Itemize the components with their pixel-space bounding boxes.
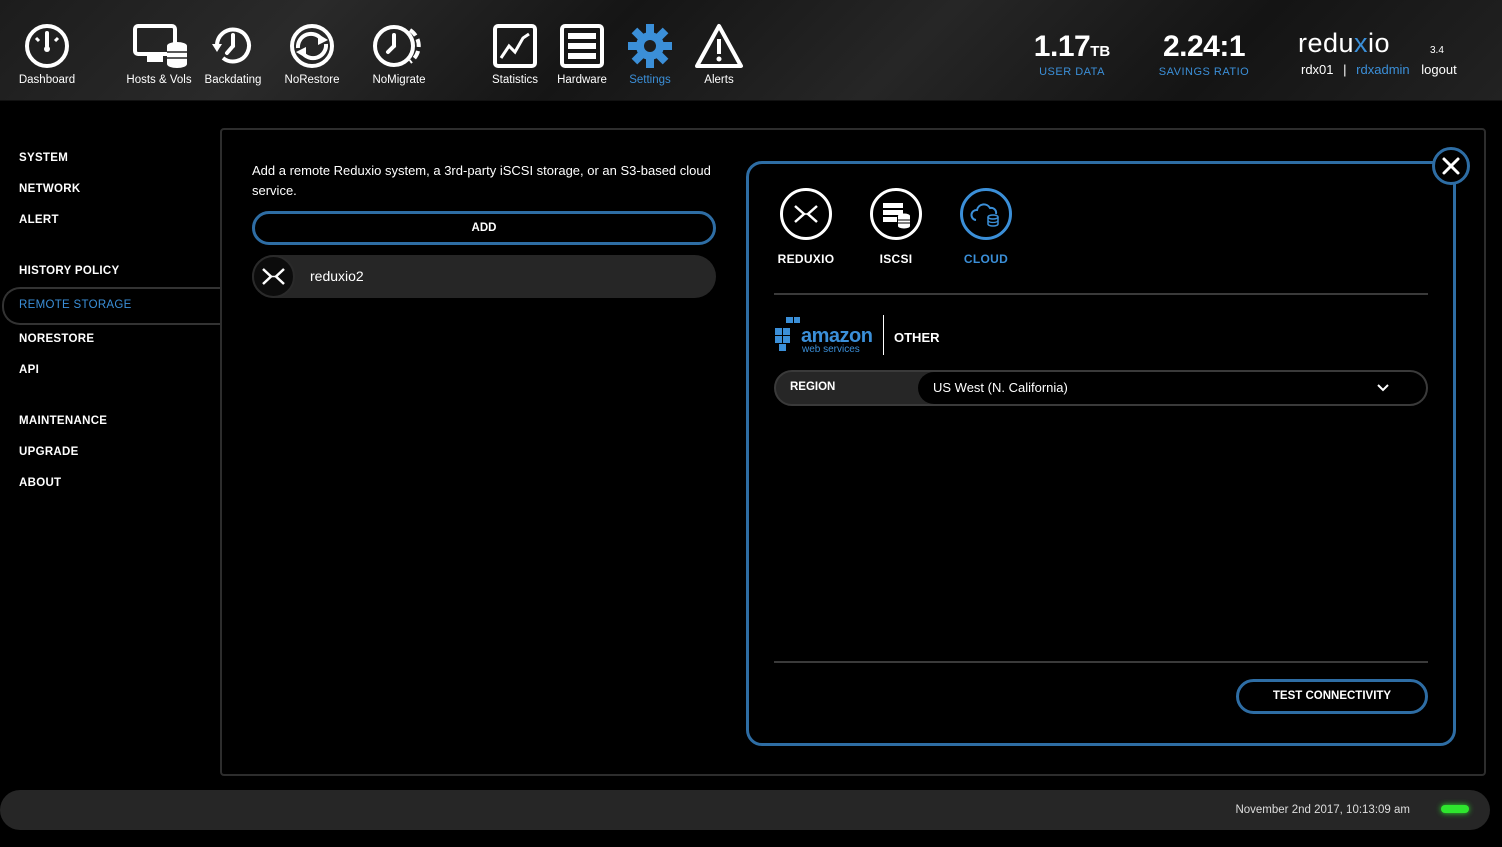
remote-system-name: reduxio2 bbox=[310, 268, 364, 284]
sidebar-item-alert[interactable]: ALERT bbox=[19, 214, 59, 226]
region-select[interactable]: US West (N. California) bbox=[918, 372, 1426, 404]
norestore-icon bbox=[290, 24, 334, 68]
type-cloud-button[interactable]: CLOUD bbox=[951, 188, 1021, 266]
user-data-label: USER DATA bbox=[1039, 66, 1105, 78]
type-reduxio-label: REDUXIO bbox=[777, 252, 835, 266]
sidebar-item-norestore[interactable]: NORESTORE bbox=[19, 333, 94, 345]
nav-statistics[interactable]: Statistics bbox=[484, 22, 546, 86]
nav-label: Dashboard bbox=[18, 74, 76, 86]
nav-label: Statistics bbox=[491, 74, 538, 86]
provider-divider bbox=[883, 315, 884, 355]
alert-triangle-icon bbox=[695, 24, 743, 68]
nav-hardware[interactable]: Hardware bbox=[552, 22, 612, 86]
nav-label: NoRestore bbox=[284, 74, 340, 86]
nav-label: Backdating bbox=[204, 74, 262, 86]
iscsi-storage-icon bbox=[883, 203, 910, 229]
dialog-divider-bottom bbox=[774, 661, 1428, 663]
reduxio-system-icon bbox=[252, 255, 295, 298]
type-cloud-label: CLOUD bbox=[963, 252, 1009, 266]
region-value: US West (N. California) bbox=[933, 380, 1068, 395]
dialog-divider-top bbox=[774, 293, 1428, 295]
close-icon bbox=[1442, 157, 1460, 175]
savings-ratio-value: 2.24:1 bbox=[1162, 30, 1246, 63]
region-label: REGION bbox=[790, 381, 836, 393]
nav-backdating[interactable]: Backdating bbox=[198, 22, 268, 86]
provider-other-option[interactable]: OTHER bbox=[894, 330, 940, 345]
nav-dashboard[interactable]: Dashboard bbox=[12, 22, 82, 86]
remote-storage-description: Add a remote Reduxio system, a 3rd-party… bbox=[252, 163, 711, 198]
nav-alerts[interactable]: Alerts bbox=[690, 22, 748, 86]
close-dialog-button[interactable] bbox=[1432, 147, 1470, 185]
sidebar-item-system[interactable]: SYSTEM bbox=[19, 152, 68, 164]
amazon-logo-subtext: web services bbox=[802, 344, 860, 355]
nav-settings[interactable]: Settings bbox=[620, 22, 680, 86]
sidebar-item-upgrade[interactable]: UPGRADE bbox=[19, 446, 79, 458]
sidebar-item-maintenance[interactable]: MAINTENANCE bbox=[19, 415, 107, 427]
sidebar-item-history-policy[interactable]: HISTORY POLICY bbox=[19, 265, 119, 277]
settings-gear-icon bbox=[628, 24, 672, 68]
user-data-stat: 1.17TB USER DATA bbox=[1030, 30, 1114, 78]
sidebar-item-about[interactable]: ABOUT bbox=[19, 477, 61, 489]
type-iscsi-button[interactable]: ISCSI bbox=[861, 188, 931, 266]
user-data-unit: TB bbox=[1090, 43, 1111, 60]
footer-timestamp: November 2nd 2017, 10:13:09 am bbox=[1235, 804, 1410, 816]
cloud-storage-icon bbox=[970, 203, 999, 227]
aws-cubes-icon bbox=[775, 317, 800, 351]
status-footer: November 2nd 2017, 10:13:09 am bbox=[0, 790, 1490, 830]
reduxio-logo: reduxio bbox=[1298, 28, 1391, 58]
system-name: rdx01 bbox=[1301, 62, 1334, 77]
nav-hosts-vols[interactable]: Hosts & Vols bbox=[121, 22, 197, 86]
status-led-indicator bbox=[1441, 805, 1469, 813]
nav-label: Settings bbox=[629, 74, 671, 86]
region-field: REGION US West (N. California) bbox=[774, 370, 1428, 406]
version-label: 3.4 bbox=[1430, 45, 1444, 56]
savings-ratio-label: SAVINGS RATIO bbox=[1158, 66, 1250, 78]
top-bar: Dashboard Hosts & Vols Backdating NoRest… bbox=[0, 0, 1502, 101]
nav-label: Hardware bbox=[557, 74, 607, 86]
chevron-down-icon bbox=[1377, 384, 1389, 392]
test-connectivity-button[interactable]: TEST CONNECTIVITY bbox=[1236, 679, 1428, 714]
dashboard-icon bbox=[25, 24, 69, 68]
nav-label: NoMigrate bbox=[372, 74, 426, 86]
hosts-vols-icon bbox=[133, 24, 187, 68]
nomigrate-icon bbox=[373, 25, 421, 67]
sidebar-item-api[interactable]: API bbox=[19, 364, 39, 376]
savings-ratio-stat: 2.24:1 SAVINGS RATIO bbox=[1150, 30, 1258, 78]
type-iscsi-label: ISCSI bbox=[879, 252, 913, 266]
nav-nomigrate[interactable]: NoMigrate bbox=[362, 22, 436, 86]
add-remote-button[interactable]: ADD bbox=[252, 211, 716, 245]
remote-system-row[interactable]: reduxio2 bbox=[252, 255, 716, 298]
add-remote-dialog bbox=[746, 161, 1456, 746]
type-reduxio-button[interactable]: REDUXIO bbox=[771, 188, 841, 266]
user-name-link[interactable]: rdxadmin bbox=[1356, 62, 1409, 77]
hardware-server-icon bbox=[560, 24, 604, 68]
user-info: rdx01 | rdxadmin logout bbox=[1301, 62, 1457, 77]
backdating-clock-icon bbox=[212, 27, 251, 64]
reduxio-icon bbox=[794, 205, 818, 223]
nav-norestore[interactable]: NoRestore bbox=[276, 22, 348, 86]
user-separator: | bbox=[1343, 62, 1347, 77]
nav-label: Alerts bbox=[704, 74, 734, 86]
sidebar-item-remote-storage[interactable]: REMOTE STORAGE bbox=[19, 299, 132, 311]
sidebar-item-network[interactable]: NETWORK bbox=[19, 183, 81, 195]
user-data-value: 1.17 bbox=[1033, 30, 1091, 63]
statistics-chart-icon bbox=[493, 24, 537, 68]
nav-label: Hosts & Vols bbox=[126, 74, 192, 86]
logout-link[interactable]: logout bbox=[1421, 62, 1456, 77]
